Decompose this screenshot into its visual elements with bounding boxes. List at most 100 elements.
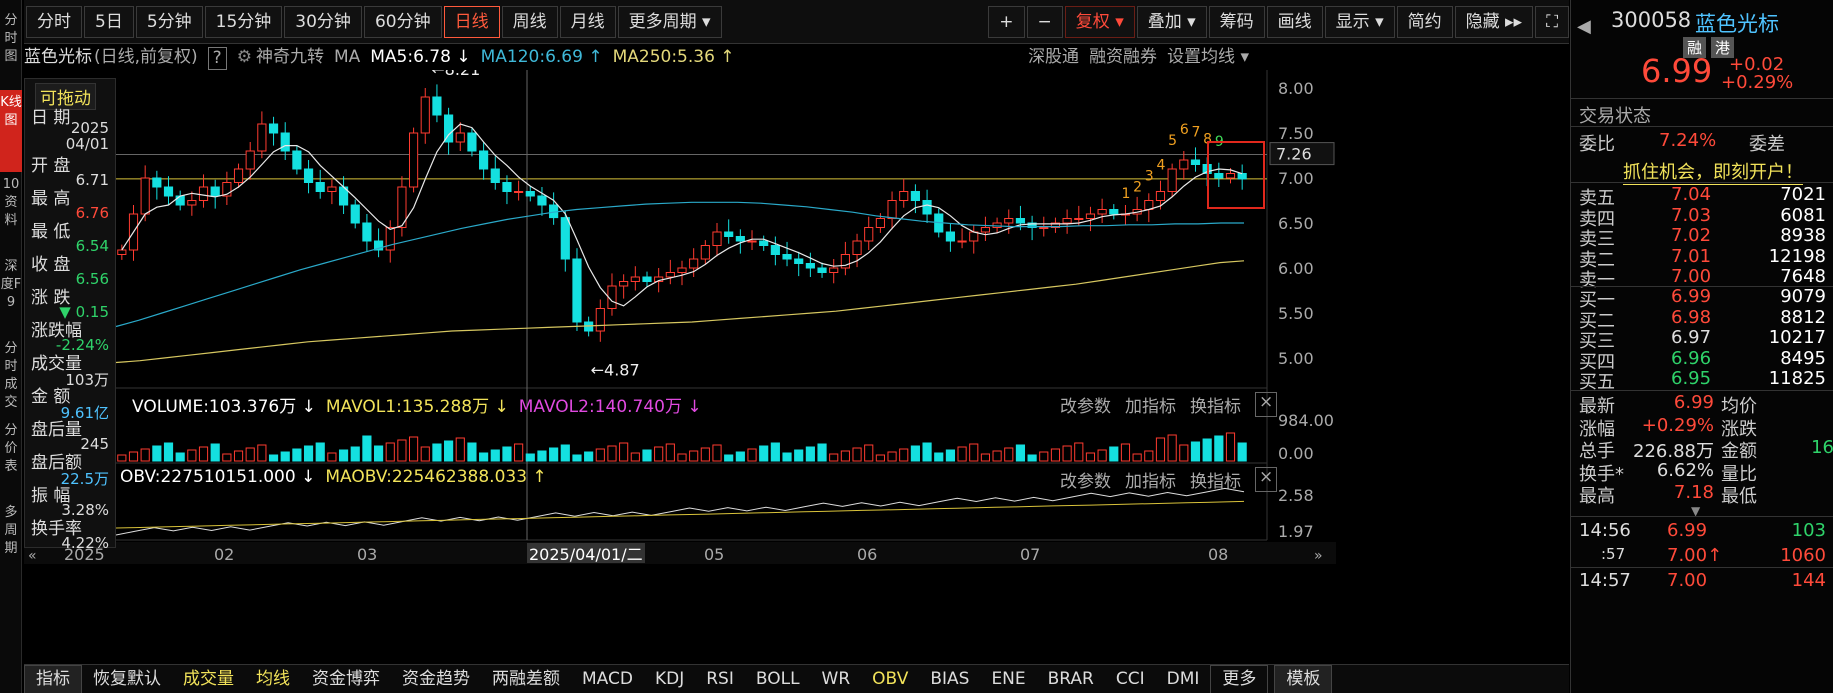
volume-bar [817,443,827,462]
link-shengutong[interactable]: 深股通 [1028,44,1079,70]
volume-bar [805,446,815,462]
period-3[interactable]: 15分钟 [204,5,283,38]
obv-close-button[interactable]: × [1255,467,1278,492]
bid-row-3[interactable]: 买四 6.96 8495 [1571,348,1833,373]
left-tab-1[interactable]: K线图 [0,90,22,172]
period-0[interactable]: 分时 [26,5,82,38]
last-price: 6.99 [1641,52,1713,90]
ask-row-1[interactable]: 卖四 7.03 6081 [1571,205,1833,230]
panel-value-1: 6.71 [75,171,109,189]
indicator-tab-5[interactable]: 资金趋势 [391,666,481,693]
tool-3[interactable]: 叠加 ▾ [1136,5,1207,38]
obv-switch-indicator[interactable]: 换指标 [1190,467,1241,492]
indicator-tab-18[interactable]: 更多 [1210,664,1269,693]
period-7[interactable]: 周线 [501,5,558,38]
bid-row-4[interactable]: 买五 6.95 11825 [1571,368,1833,393]
indicator-tab-14[interactable]: ENE [980,666,1036,693]
ask-row-3[interactable]: 卖二 7.01 12198 [1571,246,1833,271]
indicator-tab-17[interactable]: DMI [1156,666,1211,693]
tool-0[interactable]: + [988,5,1025,38]
period-6[interactable]: 日线 [443,5,500,38]
candle-body [794,258,804,264]
indicator-tab-12[interactable]: OBV [861,666,919,693]
left-tab-3[interactable]: 深度F9 [0,254,22,336]
indicator-tab-8[interactable]: KDJ [644,666,695,693]
period-9[interactable]: 更多周期 ▾ [617,5,722,38]
indicator-name[interactable]: 神奇九转 [256,44,324,70]
candle-body [619,281,629,287]
tool-1[interactable]: − [1026,5,1063,38]
indicator-tab-13[interactable]: BIAS [919,666,980,693]
volume-close-button[interactable]: × [1255,392,1278,417]
link-ma-settings[interactable]: 设置均线 ▾ [1167,44,1249,70]
indicator-tab-4[interactable]: 资金博弈 [301,666,391,693]
crosshair-data-panel[interactable]: 可拖动 日 期 2025 04/01 开 盘 6.71 最 高 6.76 最 低 6.54 收 … [24,78,116,552]
volume-bar [152,445,162,462]
bid-row-1[interactable]: 买二 6.98 8812 [1571,307,1833,332]
indicator-tab-7[interactable]: MACD [571,666,644,693]
indicator-tab-15[interactable]: BRAR [1037,666,1105,693]
period-2[interactable]: 5分钟 [135,5,203,38]
volume-bar [1155,437,1166,462]
left-tab-5[interactable]: 分价表 [0,418,22,500]
indicator-tab-3[interactable]: 均线 [245,666,301,693]
volume-edit-params[interactable]: 改参数 [1060,392,1111,417]
left-tab-2[interactable]: 10资料 [0,172,22,254]
left-tab-0[interactable]: 分时图 [0,8,22,90]
tool-2[interactable]: 复权 ▾ [1064,5,1135,38]
tool-6[interactable]: 显示 ▾ [1324,5,1395,38]
ask-row-0[interactable]: 卖五 7.04 7021 [1571,184,1833,209]
volume-add-indicator[interactable]: 加指标 [1125,392,1176,417]
tool-5[interactable]: 画线 [1266,5,1323,38]
ma5-value: MA5:6.78 ↓ [370,47,471,67]
ask-row-4[interactable]: 卖一 7.00 7648 [1571,266,1833,291]
tool-4[interactable]: 筹码 [1208,5,1265,38]
indicator-tab-16[interactable]: CCI [1105,666,1156,693]
obv-edit-params[interactable]: 改参数 [1060,467,1111,492]
bid-row-0[interactable]: 买一 6.99 9079 [1571,286,1833,311]
left-tab-4[interactable]: 分时成交 [0,336,22,418]
tool-7[interactable]: 简约 [1396,5,1453,38]
x-axis-label: 05 [704,545,724,564]
stat-v: 6.62% [1656,459,1714,481]
indicator-tab-19[interactable]: 模板 [1274,664,1333,693]
bid-row-2[interactable]: 买三 6.97 10217 [1571,327,1833,352]
obv-add-indicator[interactable]: 加指标 [1125,467,1176,492]
stat-l2: 最低 [1721,486,1757,507]
candle-body [852,240,862,255]
volume-bar [899,448,909,462]
tool-9[interactable]: ⛶ [1535,5,1569,38]
left-tab-6[interactable]: 多周期 [0,500,22,582]
gear-icon[interactable]: ⚙ [237,44,252,70]
volume-bar [432,443,442,462]
kline-chart[interactable]: 8.00 7.50 7.00 6.50 6.00 5.50 5.00 7.26 ←8.21 ←4.… [24,70,1336,664]
indicator-tab-9[interactable]: RSI [695,666,745,693]
volume-bar [759,445,769,462]
nine-turn-digit: 2 [1133,180,1142,196]
indicator-tab-6[interactable]: 两融差额 [481,666,571,693]
candle-body [327,186,337,192]
candle-body [1237,173,1247,180]
period-1[interactable]: 5日 [84,5,134,38]
period-4[interactable]: 30分钟 [284,5,362,38]
period-5[interactable]: 60分钟 [363,5,442,38]
open-account-promo[interactable]: 抓住机会，即刻开户！ [1623,158,1803,185]
candle-body [560,217,570,260]
indicator-tab-0[interactable]: 指标 [24,664,82,693]
help-button[interactable]: ? [207,47,227,70]
indicator-tab-11[interactable]: WR [811,666,862,693]
tool-8[interactable]: 隐藏 ▸▸ [1454,5,1534,38]
indicator-tab-10[interactable]: BOLL [745,666,811,693]
ask-row-2[interactable]: 卖三 7.02 8938 [1571,225,1833,250]
volume-bar [1132,453,1142,462]
volume-switch-indicator[interactable]: 换指标 [1190,392,1241,417]
mavol2-value: MAVOL2:140.740万 ↓ [518,397,702,417]
candle-body [280,132,290,152]
link-margin[interactable]: 融资融券 [1089,44,1157,70]
indicator-tab-1[interactable]: 恢复默认 [82,666,172,693]
indicator-tab-2[interactable]: 成交量 [172,666,245,693]
back-arrow-icon[interactable]: ◀ [1577,16,1591,37]
panel-value-4: 6.56 [75,270,109,288]
period-8[interactable]: 月线 [559,5,616,38]
volume-bar [654,446,664,462]
